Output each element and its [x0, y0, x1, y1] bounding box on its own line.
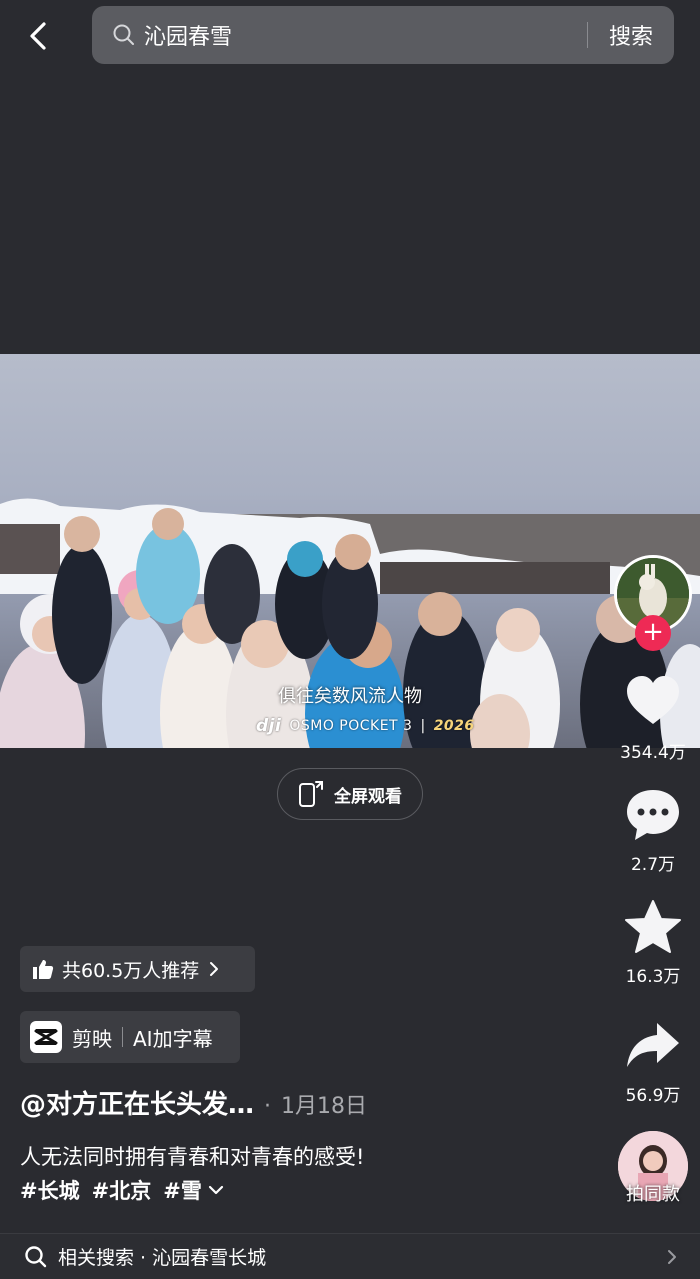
- capcut-app-name: 剪映: [72, 1026, 112, 1051]
- search-button[interactable]: 搜索: [588, 19, 674, 51]
- share-icon: [627, 1023, 679, 1067]
- comment-count: 2.7万: [630, 855, 676, 875]
- hashtag-list: #长城 #北京 #雪: [20, 1175, 224, 1205]
- follow-button[interactable]: +: [635, 615, 671, 651]
- favorite-button[interactable]: [623, 898, 683, 958]
- comment-button[interactable]: [623, 786, 683, 846]
- video-subtitle: 俱往矣数风流人物: [278, 686, 422, 707]
- hashtag[interactable]: #北京: [92, 1175, 152, 1205]
- chevron-right-icon: [668, 1249, 676, 1264]
- back-button[interactable]: [22, 18, 58, 54]
- heart-icon: [627, 676, 679, 724]
- plus-icon: +: [642, 617, 664, 647]
- hashtag[interactable]: #长城: [20, 1175, 80, 1205]
- watermark-year: 2026: [433, 718, 475, 734]
- star-icon: [625, 900, 681, 953]
- favorite-count: 16.3万: [625, 967, 681, 987]
- share-button[interactable]: [623, 1015, 683, 1075]
- post-date: 1月18日: [281, 1094, 368, 1119]
- hashtag[interactable]: #雪: [163, 1175, 202, 1205]
- comment-icon: [627, 790, 679, 840]
- author-name[interactable]: @对方正在长头发…: [20, 1084, 254, 1121]
- fullscreen-phone-icon: [299, 781, 323, 807]
- watermark-model: OSMO POCKET 3: [289, 718, 413, 734]
- date-separator: ·: [264, 1094, 272, 1119]
- search-icon: [113, 24, 134, 45]
- chevron-right-icon: [210, 962, 219, 976]
- search-icon: [25, 1245, 47, 1267]
- related-search-bar[interactable]: 相关搜索 · 沁园春雪长城: [0, 1233, 700, 1279]
- like-count: 354.4万: [620, 743, 686, 763]
- video-player[interactable]: 俱往矣数风流人物 dji OSMO POCKET 3 | 2026: [0, 354, 700, 748]
- thumbs-up-icon: [33, 960, 54, 979]
- recommend-text: 共60.5万人推荐: [62, 959, 200, 982]
- fullscreen-button[interactable]: 全屏观看: [277, 768, 423, 820]
- fullscreen-label: 全屏观看: [334, 786, 402, 807]
- capcut-action: AI加字幕: [133, 1026, 213, 1051]
- related-search-label: 相关搜索 · 沁园春雪长城: [58, 1247, 267, 1269]
- video-description: 人无法同时拥有青春和对青春的感受!: [20, 1145, 365, 1169]
- chevron-down-icon[interactable]: [208, 1184, 224, 1196]
- share-count: 56.9万: [625, 1086, 681, 1106]
- capcut-logo-icon: [30, 1021, 62, 1053]
- crowd-image: [0, 508, 700, 748]
- recommend-pill[interactable]: 共60.5万人推荐: [20, 946, 255, 992]
- search-input[interactable]: 沁园春雪: [144, 19, 587, 51]
- search-bar[interactable]: 沁园春雪 搜索: [92, 6, 674, 64]
- watermark-separator: |: [420, 718, 426, 734]
- capcut-divider: [122, 1027, 123, 1047]
- same-style-label: 拍同款: [626, 1184, 680, 1205]
- author-line: @对方正在长头发… · 1月18日: [20, 1084, 367, 1121]
- camera-watermark: dji OSMO POCKET 3 | 2026: [256, 716, 475, 736]
- back-arrow-icon: [30, 22, 46, 50]
- like-button[interactable]: [623, 672, 683, 732]
- capcut-pill[interactable]: 剪映 AI加字幕: [20, 1011, 240, 1063]
- watermark-brand: dji: [256, 716, 282, 736]
